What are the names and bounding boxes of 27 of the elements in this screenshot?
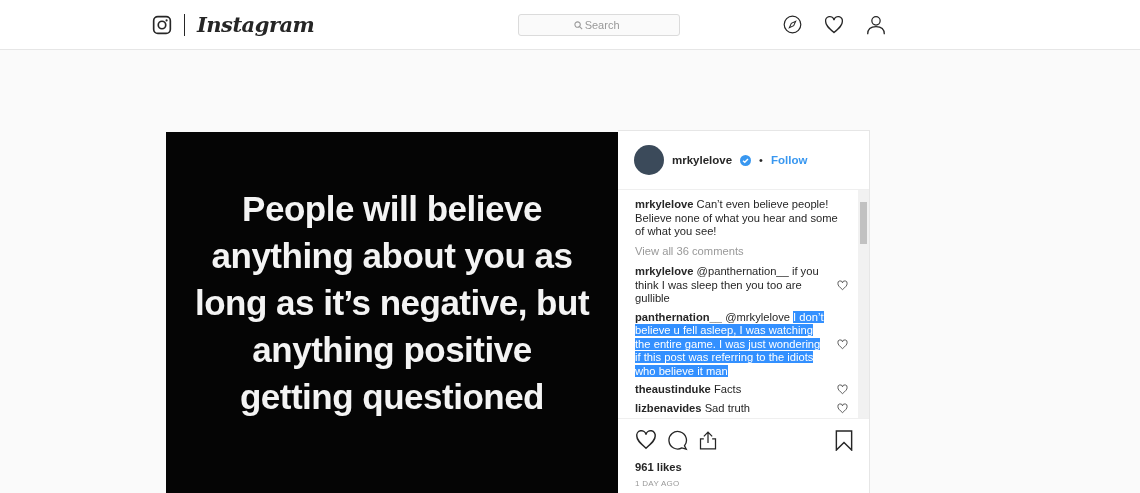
- comment-text: theaustinduke Facts: [635, 383, 743, 397]
- share-icon[interactable]: [698, 429, 718, 451]
- camera-icon[interactable]: [152, 14, 172, 35]
- like-heart-icon[interactable]: [837, 279, 848, 291]
- username[interactable]: mrkylelove: [672, 154, 733, 166]
- separator-dot: •: [759, 154, 763, 166]
- profile-icon[interactable]: [866, 14, 886, 35]
- search-field[interactable]: Search: [517, 13, 680, 36]
- comment-text: lizbenavides Sad truth: [635, 401, 752, 415]
- like-heart-icon[interactable]: [837, 338, 848, 350]
- comment-icon[interactable]: [667, 429, 688, 451]
- like-heart-icon[interactable]: [837, 384, 848, 396]
- like-icon[interactable]: [635, 429, 657, 451]
- bookmark-icon[interactable]: [835, 429, 853, 451]
- instagram-wordmark[interactable]: Instagram: [197, 12, 315, 37]
- like-heart-icon[interactable]: [837, 402, 848, 414]
- heart-icon[interactable]: [824, 14, 844, 35]
- quote-text: People will believe anything about you as long as it’s negative, but anything positive getting questioned: [194, 187, 590, 418]
- caption-text: mrkylelove Can’t even believe people! Believe none of what you hear and some of what you see!: [635, 198, 839, 239]
- search-icon: [573, 20, 583, 30]
- avatar[interactable]: [634, 145, 664, 175]
- comment-text: mrkylelove @panthernation__ if you think I was sleep then you too are gullible: [635, 265, 820, 306]
- scrollbar[interactable]: [858, 190, 869, 418]
- likes-count[interactable]: 961 likes: [618, 457, 869, 479]
- compass-icon[interactable]: [783, 15, 802, 34]
- post-time: 1 DAY AGO: [634, 479, 681, 488]
- comment-text: panthernation__ @mrkylelove I don’t believe u fell asleep, I was watching the entire game. I was just wondering if this post was referring to the idiots who believe it man: [635, 310, 825, 378]
